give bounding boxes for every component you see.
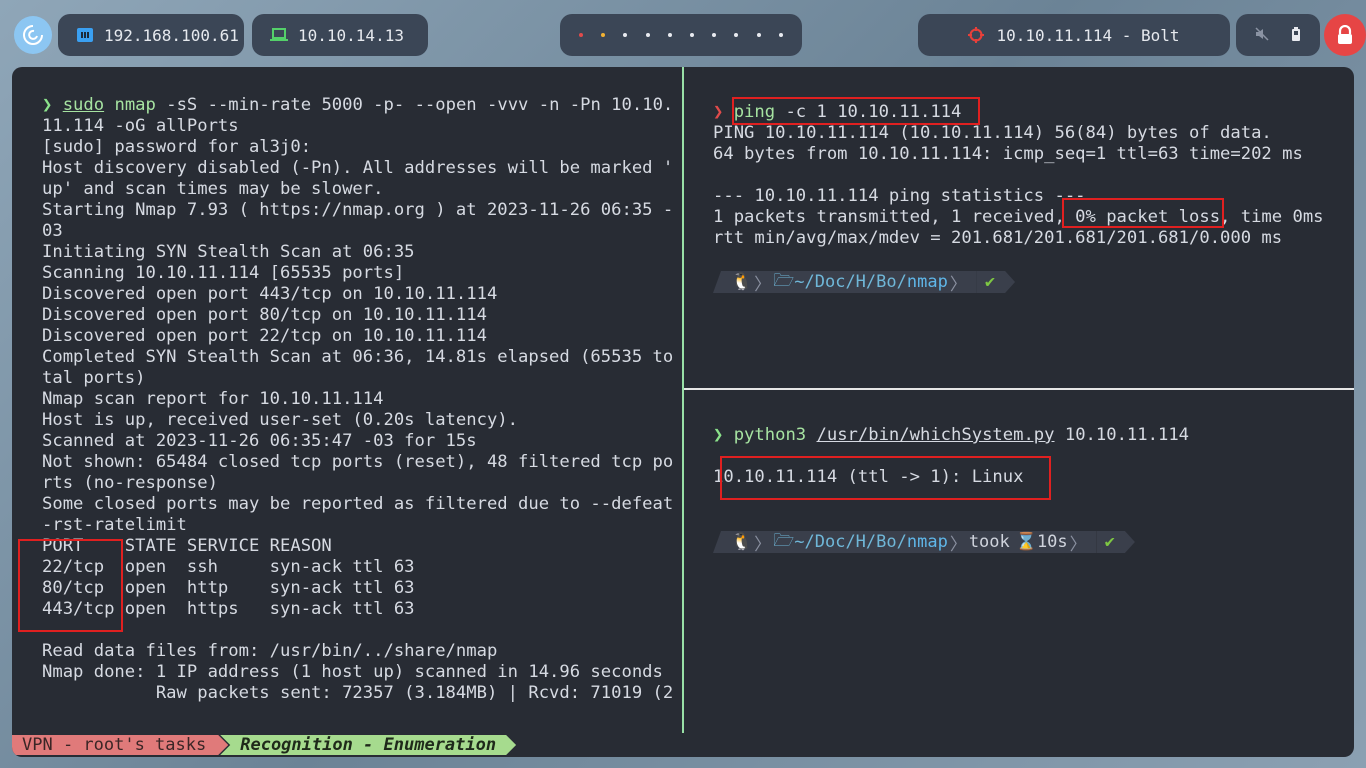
- output-line: Host is up, received user-set (0.20s lat…: [42, 410, 518, 430]
- system-tray: [1236, 14, 1320, 56]
- prompt-dir: nmap: [906, 532, 948, 552]
- folder-icon: 🗁: [773, 530, 795, 551]
- folder-icon: 🗁: [773, 270, 795, 291]
- output-line: Some closed ports may be reported as fil…: [42, 494, 674, 514]
- cmd-nmap: nmap: [114, 95, 156, 115]
- check-icon: ✔: [984, 272, 996, 292]
- shell-prompt: 🐧 〉 🗁 ~/Doc/H/Bo/nmap 〉 took ⌛ 10s 〉 ✔: [713, 530, 1354, 554]
- prompt-dir: nmap: [906, 272, 948, 292]
- tmux-status-bar: VPN - root's tasks Recognition - Enumera…: [12, 735, 1354, 757]
- debian-logo-icon[interactable]: [14, 16, 52, 54]
- prompt-arrow: ❯: [713, 425, 734, 445]
- prompt-arrow: ❯: [713, 102, 734, 122]
- workspace-dot[interactable]: [645, 33, 650, 37]
- output-line: Raw packets sent: 72357 (3.184MB) | Rcvd…: [42, 683, 674, 703]
- output-line: Host discovery disabled (-Pn). All addre…: [42, 158, 674, 178]
- output-line: 11.114 -oG allPorts: [42, 116, 239, 136]
- status-session-label[interactable]: Recognition - Enumeration: [220, 735, 516, 755]
- cmd-args: -sS --min-rate 5000 -p- --open -vvv -n -…: [155, 95, 674, 115]
- output-line: [sudo] password for al3j0:: [42, 137, 312, 157]
- output-line: --- 10.10.11.114 ping statistics ---: [713, 186, 1086, 206]
- terminal-pane-left[interactable]: ❯ sudo nmap -sS --min-rate 5000 -p- --op…: [12, 67, 682, 733]
- check-icon: ✔: [1104, 532, 1115, 552]
- output-line: Discovered open port 22/tcp on 10.10.11.…: [42, 326, 487, 346]
- output-line: tal ports): [42, 368, 146, 388]
- output-line: rts (no-response): [42, 473, 218, 493]
- status-vpn-label[interactable]: VPN - root's tasks: [12, 735, 228, 755]
- took-label: took: [968, 532, 1010, 552]
- local-ip-text: 192.168.100.61: [104, 25, 239, 45]
- vpn-ip-text: 10.10.14.13: [298, 25, 404, 45]
- workspace-dot[interactable]: [734, 33, 739, 37]
- output-line: Completed SYN Stealth Scan at 06:36, 14.…: [42, 347, 674, 367]
- output-line: Nmap scan report for 10.10.11.114: [42, 389, 384, 409]
- hourglass-icon: ⌛: [1015, 532, 1037, 552]
- shell-prompt: 🐧 〉 🗁 ~/Doc/H/Bo/nmap 〉 ✔: [713, 270, 1354, 294]
- cmd-python3: python3: [733, 425, 807, 445]
- output-line: -rst-ratelimit: [42, 515, 187, 535]
- ping-command-highlight-box: [732, 97, 980, 125]
- workspace-dot[interactable]: [756, 33, 761, 37]
- took-time: 10s: [1036, 532, 1068, 552]
- workspace-dot[interactable]: [778, 33, 783, 37]
- output-line: Discovered open port 443/tcp on 10.10.11…: [42, 284, 498, 304]
- output-line: Initiating SYN Stealth Scan at 06:35: [42, 242, 415, 262]
- workspace-dot[interactable]: [579, 33, 584, 37]
- output-line: Scanning 10.10.11.114 [65535 ports]: [42, 263, 405, 283]
- output-line: Nmap done: 1 IP address (1 host up) scan…: [42, 662, 663, 682]
- lock-icon[interactable]: [1324, 14, 1366, 56]
- packet-loss-highlight-box: [1062, 198, 1224, 228]
- crosshair-icon: [968, 27, 985, 43]
- cmd-sudo: sudo: [62, 95, 105, 115]
- mute-icon[interactable]: [1255, 26, 1269, 45]
- target-widget[interactable]: 10.10.11.114 - Bolt: [918, 14, 1230, 56]
- vpn-ip-widget[interactable]: 10.10.14.13: [252, 14, 428, 56]
- workspace-dot[interactable]: [690, 33, 695, 37]
- cmd-args: 10.10.11.114: [1054, 425, 1190, 445]
- output-line: 03: [42, 221, 63, 241]
- output-line: Scanned at 2023-11-26 06:35:47 -03 for 1…: [42, 431, 477, 451]
- output-line: Not shown: 65484 closed tcp ports (reset…: [42, 452, 674, 472]
- port-row: 80/tcp open http syn-ack ttl 63: [42, 578, 415, 598]
- output-line: 1 packets transmitted, 1 received, 0% pa…: [713, 207, 1324, 227]
- laptop-icon: [270, 28, 288, 42]
- port-row: 22/tcp open ssh syn-ack ttl 63: [42, 557, 415, 577]
- workspace-dot[interactable]: [623, 33, 628, 37]
- ports-highlight-box: [18, 539, 123, 632]
- port-row: 443/tcp open https syn-ack ttl 63: [42, 599, 415, 619]
- prompt-path: ~/Doc/H/Bo/: [794, 532, 907, 552]
- output-line: rtt min/avg/max/mdev = 201.681/201.681/2…: [713, 228, 1283, 248]
- command-line: ❯ python3 /usr/bin/whichSystem.py 10.10.…: [713, 425, 1354, 446]
- terminal-pane-right-bottom[interactable]: ❯ python3 /usr/bin/whichSystem.py 10.10.…: [684, 390, 1354, 733]
- prompt-path: ~/Doc/H/Bo/: [794, 272, 907, 292]
- workspace-dot[interactable]: [601, 33, 606, 37]
- target-text: 10.10.11.114 - Bolt: [996, 25, 1180, 45]
- cmd-script-path: /usr/bin/whichSystem.py: [816, 425, 1055, 445]
- ethernet-icon: [76, 27, 94, 43]
- top-panel: 192.168.100.61 10.10.14.13 10.10.11.114 …: [0, 14, 1366, 56]
- output-line: Read data files from: /usr/bin/../share/…: [42, 641, 498, 661]
- workspace-dot[interactable]: [712, 33, 717, 37]
- battery-icon[interactable]: [1291, 26, 1301, 45]
- linux-icon: 🐧: [731, 532, 753, 552]
- linux-icon: 🐧: [731, 272, 753, 292]
- workspace-switcher[interactable]: [560, 14, 802, 56]
- terminal-pane-right-top[interactable]: ❯ ping -c 1 10.10.11.114 PING 10.10.11.1…: [684, 67, 1354, 388]
- output-line: PING 10.10.11.114 (10.10.11.114) 56(84) …: [713, 123, 1272, 143]
- command-line: ❯ sudo nmap -sS --min-rate 5000 -p- --op…: [42, 95, 682, 116]
- output-line: 64 bytes from 10.10.11.114: icmp_seq=1 t…: [713, 144, 1303, 164]
- workspace-dot[interactable]: [667, 33, 672, 37]
- terminal-window[interactable]: ❯ sudo nmap -sS --min-rate 5000 -p- --op…: [12, 67, 1354, 757]
- output-line: Starting Nmap 7.93 ( https://nmap.org ) …: [42, 200, 674, 220]
- local-ip-widget[interactable]: 192.168.100.61: [58, 14, 244, 56]
- output-line: Discovered open port 80/tcp on 10.10.11.…: [42, 305, 487, 325]
- os-output-highlight-box: [720, 456, 1051, 500]
- port-table-header: PORT STATE SERVICE REASON: [42, 536, 332, 556]
- output-line: up' and scan times may be slower.: [42, 179, 384, 199]
- prompt-arrow: ❯: [42, 95, 63, 115]
